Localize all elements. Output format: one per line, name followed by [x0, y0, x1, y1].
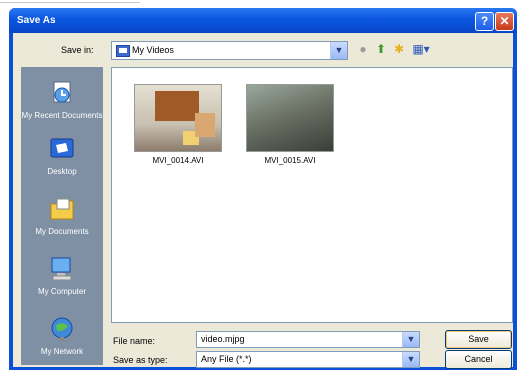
save-in-label: Save in:	[61, 45, 94, 55]
chevron-down-icon[interactable]: ▼	[402, 352, 419, 367]
recent-documents-icon	[53, 81, 71, 103]
folder-icon	[116, 45, 130, 57]
dialog-body: Save in: My Videos ▼ ● ⬆ ✱ ▦▾ My Recent …	[13, 33, 513, 369]
save-as-type-label: Save as type:	[113, 355, 168, 365]
save-as-type-dropdown[interactable]: Any File (*.*) ▼	[196, 351, 420, 368]
file-name-value: video.mjpg	[201, 334, 245, 344]
file-name-label: MVI_0015.AVI	[264, 156, 316, 165]
place-label: My Computer	[37, 287, 86, 296]
close-button[interactable]: ✕	[495, 12, 514, 31]
places-bar: My Recent Documents Desktop My Documents	[21, 67, 103, 365]
page-divider	[0, 2, 140, 3]
my-documents-icon	[50, 198, 74, 220]
file-name-label: File name:	[113, 336, 156, 346]
save-button[interactable]: Save	[445, 330, 512, 349]
chevron-down-icon[interactable]: ▼	[330, 42, 347, 59]
title-bar[interactable]: Save As ? ✕	[9, 8, 517, 33]
new-folder-icon[interactable]: ✱	[392, 42, 406, 56]
up-folder-icon[interactable]: ⬆	[374, 42, 388, 56]
save-as-type-value: Any File (*.*)	[201, 354, 252, 364]
video-thumbnail	[246, 84, 334, 152]
place-my-network[interactable]: My Network	[21, 311, 103, 371]
place-label: My Network	[40, 347, 84, 356]
place-label: My Recent Documents	[21, 111, 103, 120]
my-computer-icon	[51, 257, 72, 281]
my-network-icon	[51, 317, 73, 341]
place-my-computer[interactable]: My Computer	[21, 251, 103, 311]
file-item[interactable]: MVI_0014.AVI	[128, 84, 228, 184]
file-list[interactable]: MVI_0014.AVI MVI_0015.AVI	[111, 67, 513, 323]
views-menu-icon[interactable]: ▦▾	[410, 42, 432, 56]
file-name-field[interactable]: video.mjpg ▼	[196, 331, 420, 348]
back-icon[interactable]: ●	[356, 42, 370, 56]
save-as-dialog: Save As ? ✕ Save in: My Videos ▼ ● ⬆ ✱ ▦…	[9, 8, 517, 370]
help-button[interactable]: ?	[475, 12, 494, 31]
desktop-icon	[50, 138, 74, 158]
save-in-dropdown[interactable]: My Videos ▼	[111, 41, 348, 60]
place-label: My Documents	[35, 227, 89, 236]
file-item[interactable]: MVI_0015.AVI	[240, 84, 340, 184]
save-in-value: My Videos	[132, 45, 174, 55]
place-desktop[interactable]: Desktop	[21, 131, 103, 191]
cancel-button[interactable]: Cancel	[445, 350, 512, 369]
place-my-recent-documents[interactable]: My Recent Documents	[21, 75, 103, 135]
video-thumbnail	[134, 84, 222, 152]
place-my-documents[interactable]: My Documents	[21, 191, 103, 251]
window-title: Save As	[17, 15, 56, 26]
file-name-label: MVI_0014.AVI	[152, 156, 204, 165]
place-label: Desktop	[47, 167, 77, 176]
chevron-down-icon[interactable]: ▼	[402, 332, 419, 347]
